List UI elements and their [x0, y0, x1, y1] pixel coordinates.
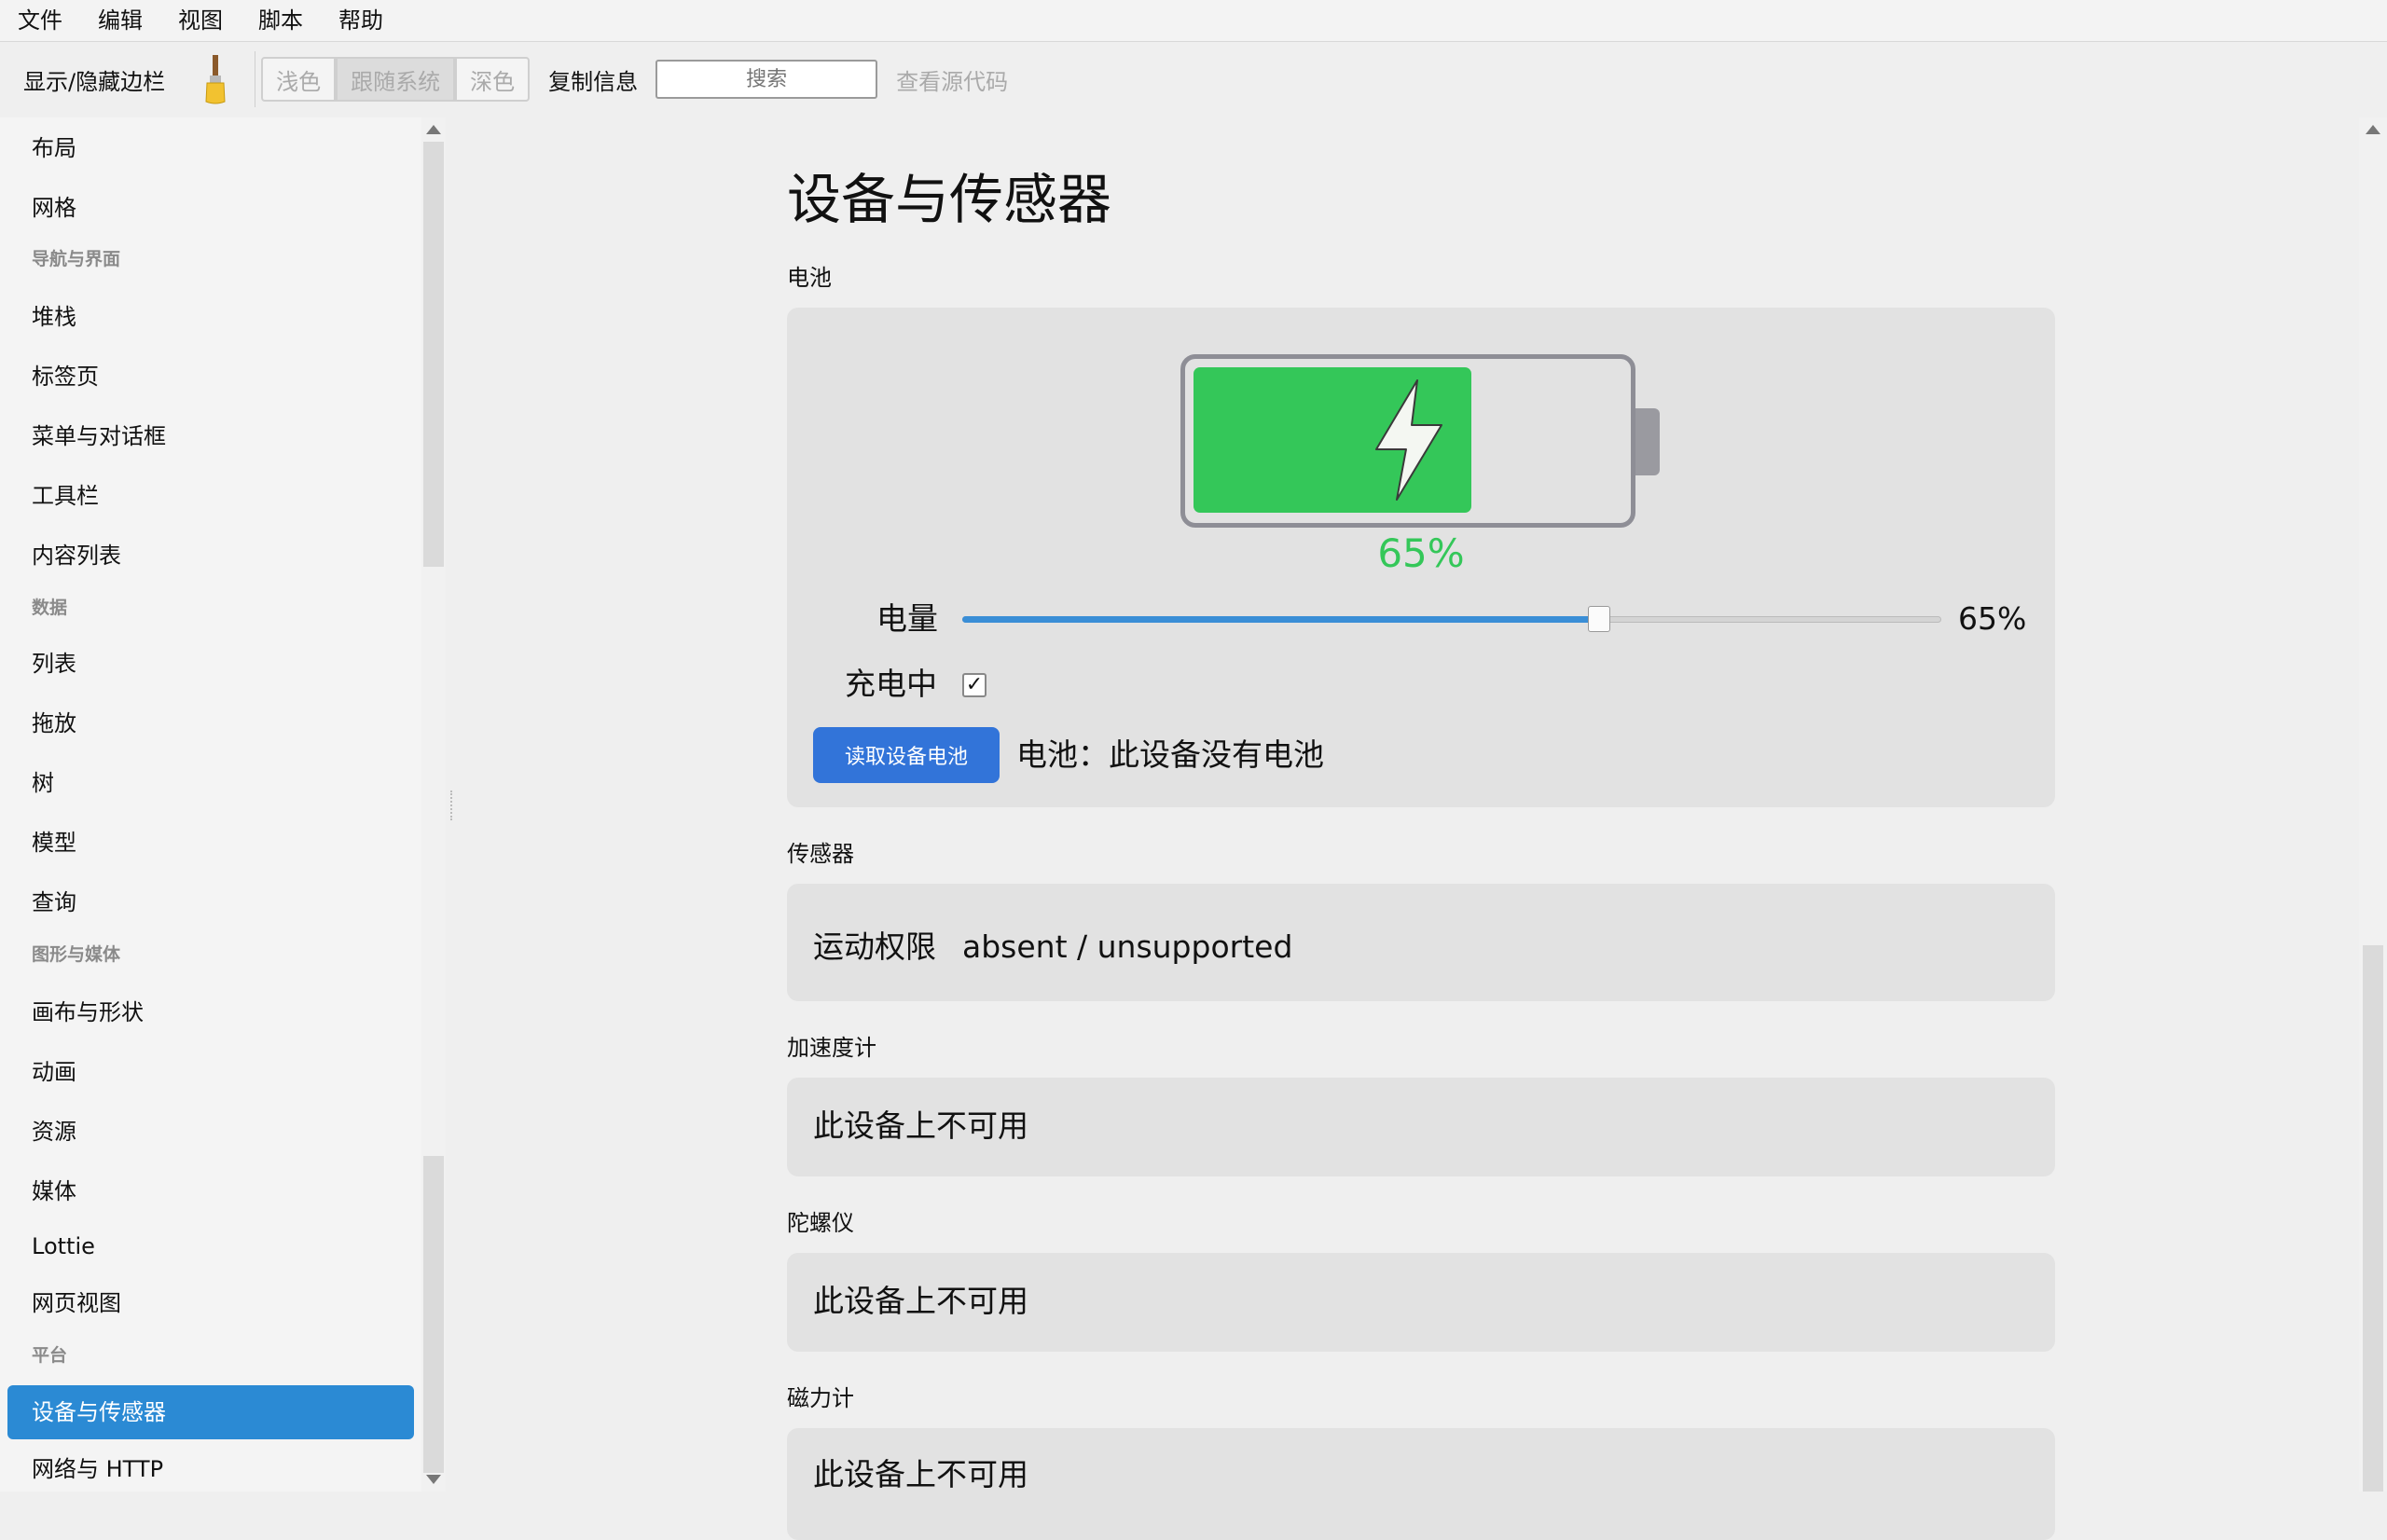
battery-status-text: 电池：此设备没有电池 [1016, 736, 1324, 773]
accelerometer-section-label: 加速度计 [787, 1035, 876, 1061]
sidebar-item[interactable]: 查询 [32, 887, 76, 917]
menu-script[interactable]: 脚本 [241, 0, 321, 41]
sidebar-item[interactable]: 树 [32, 768, 54, 798]
sidebar-item[interactable]: 标签页 [32, 362, 99, 392]
sidebar-item[interactable]: 资源 [32, 1117, 76, 1147]
accelerometer-card: 此设备上不可用 [787, 1078, 2055, 1176]
sidebar-item[interactable]: 媒体 [32, 1176, 76, 1206]
charging-checkbox[interactable]: ✓ [962, 673, 987, 697]
scroll-up-arrow-icon[interactable] [2366, 125, 2380, 134]
battery-percent-label: 65% [1377, 530, 1465, 576]
accelerometer-value: 此设备上不可用 [813, 1107, 1028, 1144]
sidebar-section-header: 数据 [32, 598, 68, 618]
paintbrush-icon[interactable] [197, 53, 234, 105]
menu-help[interactable]: 帮助 [321, 0, 401, 41]
menu-view[interactable]: 视图 [160, 0, 241, 41]
toolbar: 显示/隐藏边栏 浅色 跟随系统 深色 复制信息 查看源代码 [0, 41, 2387, 117]
slider-handle[interactable] [1587, 606, 1610, 632]
battery-section-label: 电池 [787, 265, 832, 291]
sidebar-item[interactable]: 列表 [32, 649, 76, 679]
sidebar-scrollbar[interactable] [421, 117, 446, 1492]
copy-info-button[interactable]: 复制信息 [548, 63, 638, 96]
sensors-section-label: 传感器 [787, 841, 854, 867]
sidebar-section-header: 导航与界面 [32, 249, 121, 269]
slider-fill [962, 616, 1599, 623]
magnetometer-value: 此设备上不可用 [813, 1456, 1028, 1492]
theme-dark-button[interactable]: 深色 [455, 57, 531, 102]
charging-label: 充电中 [845, 666, 937, 702]
motion-permission-label: 运动权限 [813, 928, 936, 965]
sidebar-item[interactable]: 网页视图 [32, 1288, 121, 1318]
gyroscope-value: 此设备上不可用 [813, 1283, 1028, 1319]
level-label: 电量 [876, 600, 938, 637]
toggle-sidebar-button[interactable]: 显示/隐藏边栏 [23, 63, 165, 96]
view-source-button[interactable]: 查看源代码 [896, 63, 1008, 96]
sidebar-item[interactable]: 内容列表 [32, 541, 121, 571]
sidebar-item[interactable]: 模型 [32, 828, 76, 858]
main-scroll-thumb[interactable] [2363, 945, 2383, 1492]
lightning-bolt-icon [1375, 379, 1442, 501]
theme-system-button[interactable]: 跟随系统 [336, 57, 456, 102]
sidebar-scroll-track[interactable] [423, 1156, 444, 1473]
sidebar-item[interactable]: 画布与形状 [32, 997, 144, 1027]
scroll-down-arrow-icon[interactable] [426, 1475, 441, 1484]
sidebar-item[interactable]: 网络与 HTTP [32, 1454, 163, 1484]
sidebar-item[interactable]: Lottie [32, 1231, 95, 1261]
sidebar-item[interactable]: 网格 [32, 193, 76, 223]
menu-file[interactable]: 文件 [0, 0, 80, 41]
sidebar: 布局网格导航与界面堆栈标签页菜单与对话框 工具栏内容列表数据列表拖放树模型查询图形… [0, 117, 421, 1492]
read-battery-button[interactable]: 读取设备电池 [813, 727, 1000, 783]
main-scrollbar[interactable] [2359, 117, 2387, 1492]
search-input[interactable] [655, 60, 878, 99]
theme-light-button[interactable]: 浅色 [261, 57, 337, 102]
magnetometer-card: 此设备上不可用 [787, 1428, 2055, 1540]
sidebar-section-header: 平台 [32, 1345, 68, 1366]
gyroscope-section-label: 陀螺仪 [787, 1210, 854, 1236]
sidebar-item[interactable]: 堆栈 [32, 302, 76, 332]
sidebar-section-header: 图形与媒体 [32, 944, 121, 965]
sidebar-item[interactable]: 菜单与对话框 [32, 421, 166, 451]
sidebar-item[interactable]: 拖放 [32, 708, 76, 738]
gyroscope-card: 此设备上不可用 [787, 1253, 2055, 1352]
menu-edit[interactable]: 编辑 [80, 0, 160, 41]
motion-permission-value: absent / unsupported [962, 928, 1293, 965]
level-value: 65% [1958, 600, 2027, 637]
sensors-card: 运动权限 absent / unsupported [787, 884, 2055, 1001]
sidebar-item[interactable]: 工具栏 [32, 481, 99, 511]
battery-level-slider[interactable] [962, 602, 1941, 636]
menu-bar: 文件 编辑 视图 脚本 帮助 [0, 0, 2387, 42]
battery-card: 65% 电量 65% 充电中 ✓ 读取设备电池 电池：此设备没有电池 [787, 308, 2055, 807]
sidebar-item[interactable]: 动画 [32, 1057, 76, 1087]
page-title: 设备与传感器 [787, 168, 1112, 231]
magnetometer-section-label: 磁力计 [787, 1385, 854, 1411]
sidebar-item[interactable]: 布局 [32, 133, 76, 163]
battery-terminal [1635, 408, 1660, 475]
splitter-handle[interactable] [450, 791, 452, 820]
sidebar-item[interactable]: 设备与传感器 [7, 1385, 414, 1439]
sidebar-scroll-thumb[interactable] [423, 142, 444, 567]
scroll-up-arrow-icon[interactable] [426, 125, 441, 134]
